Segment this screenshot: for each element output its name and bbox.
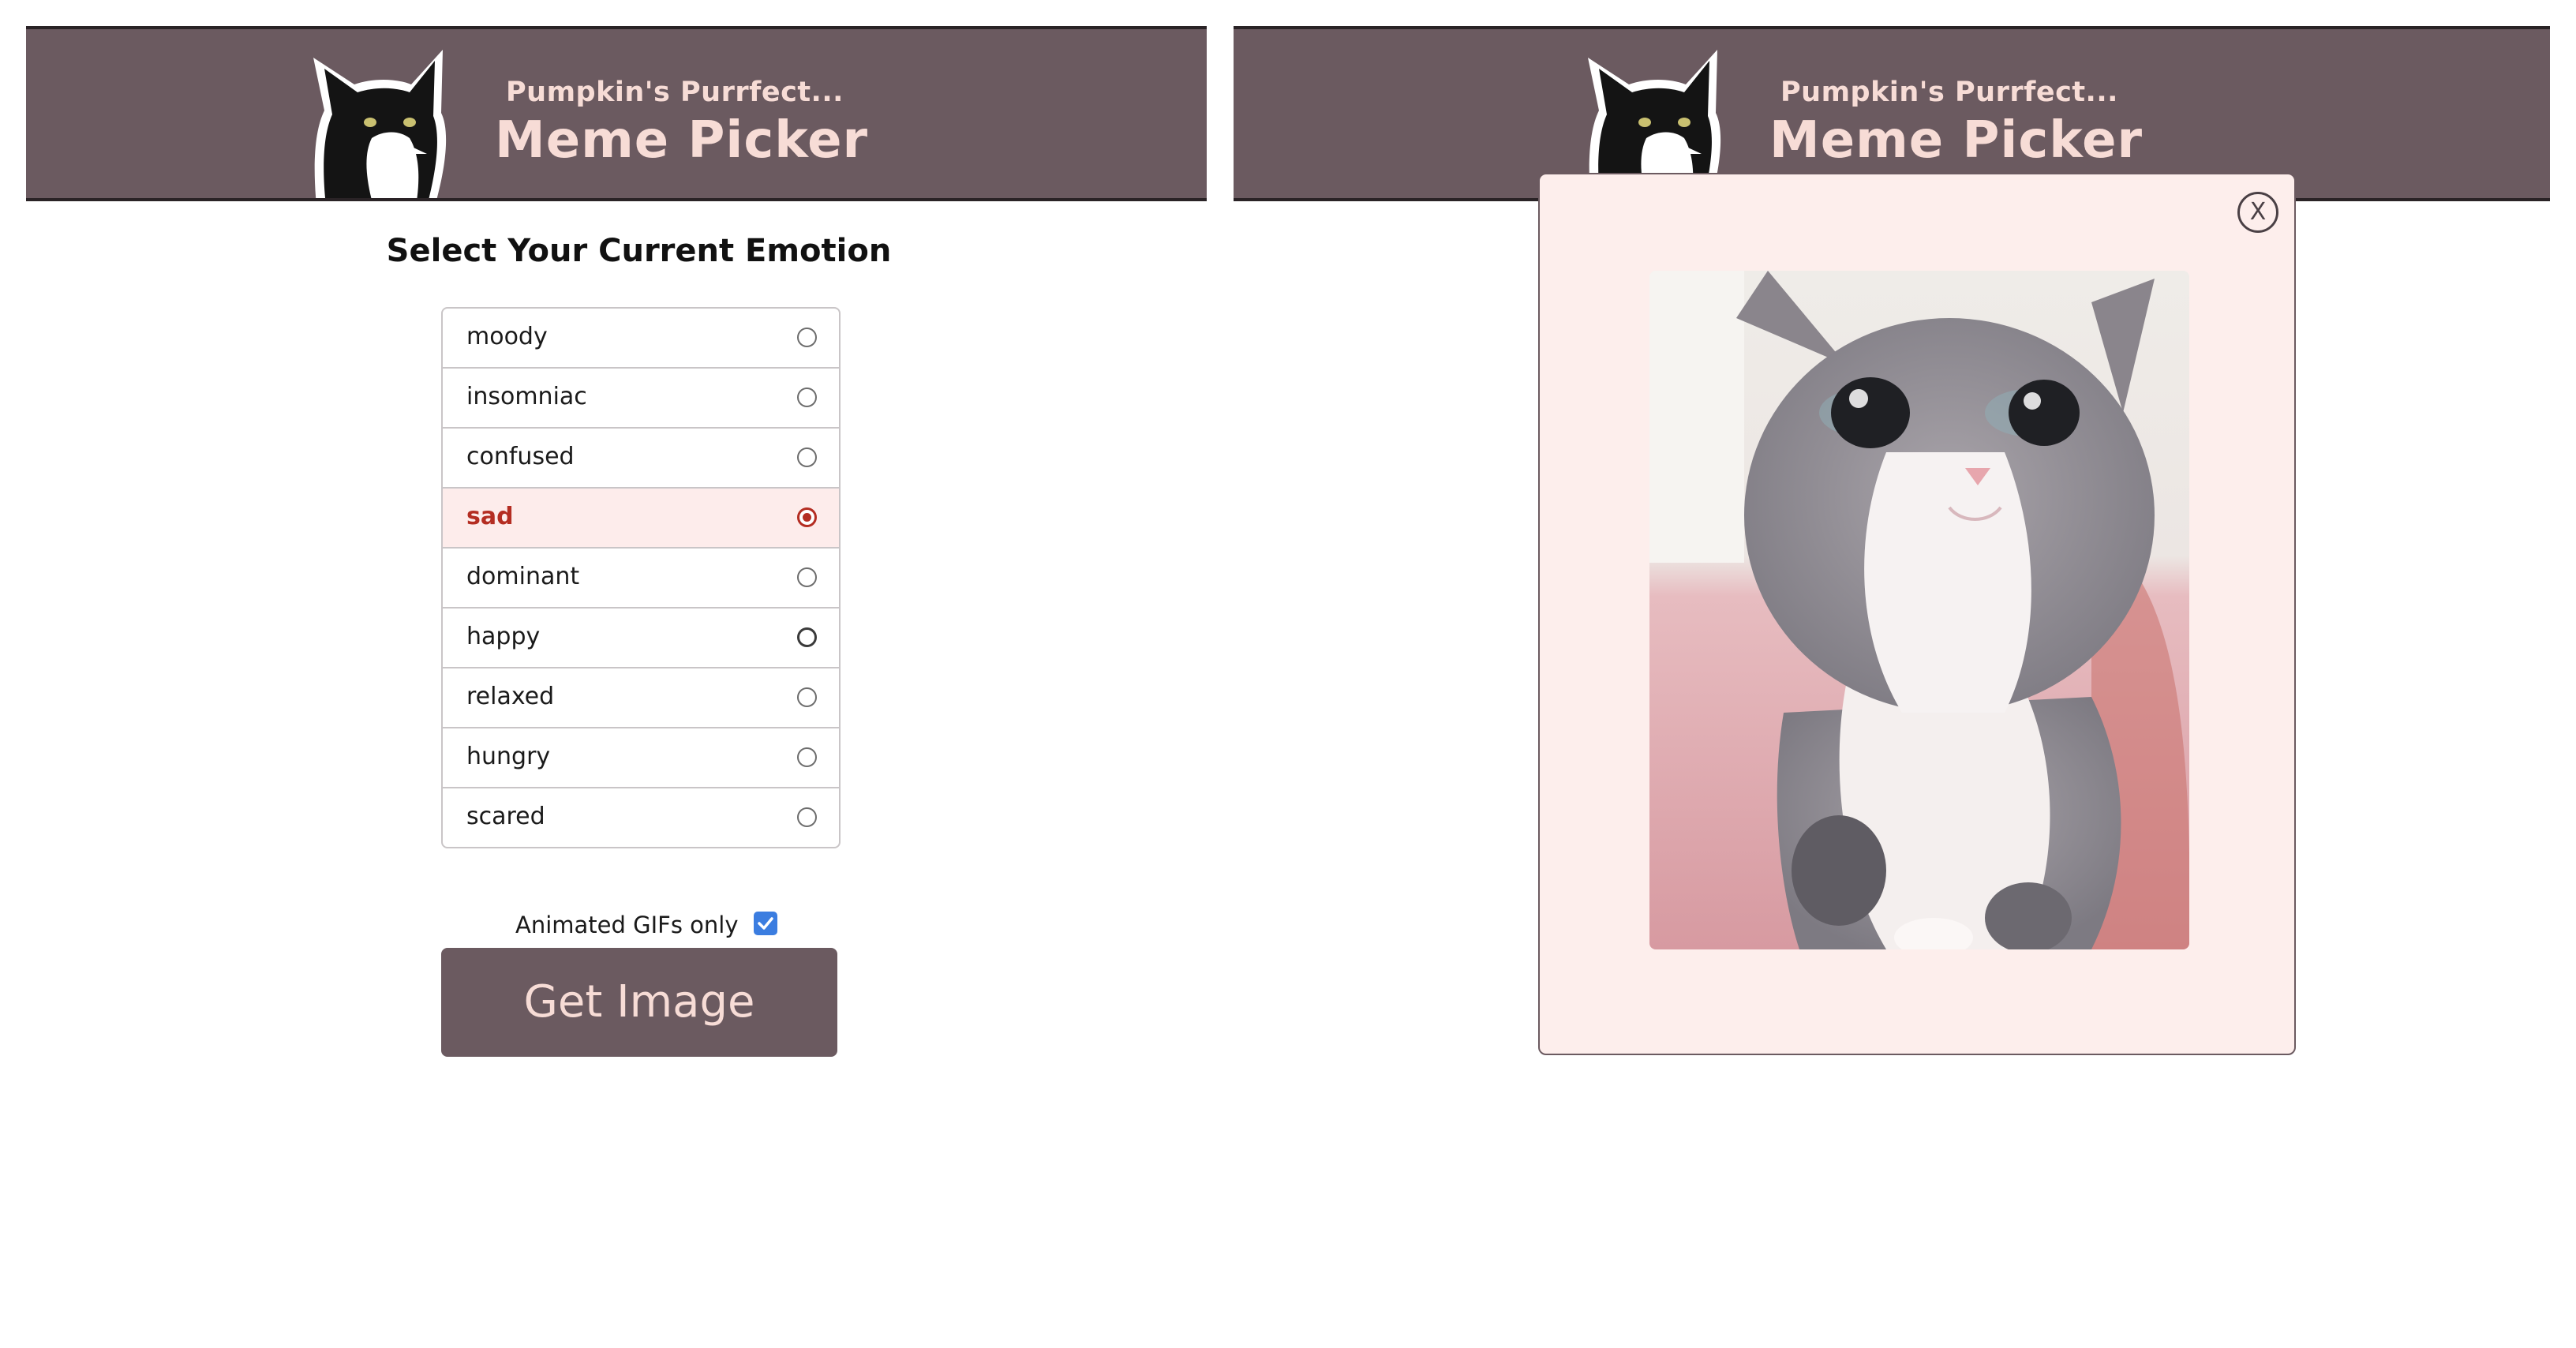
right-screen: Pumpkin's Purrfect... Meme Picker X: [1234, 26, 2550, 1289]
header-title: Meme Picker: [1769, 111, 2144, 170]
gif-only-label: Animated GIFs only: [515, 912, 739, 938]
header-banner: Pumpkin's Purrfect... Meme Picker: [26, 26, 1207, 201]
emotion-label: sad: [466, 503, 514, 530]
header-subtitle: Pumpkin's Purrfect...: [1780, 77, 2118, 108]
emotion-label: hungry: [466, 743, 551, 770]
emotion-label: moody: [466, 323, 548, 350]
radio-button[interactable]: [797, 807, 817, 827]
emotion-option-scared[interactable]: scared: [443, 788, 839, 847]
kitten-illustration: [1649, 271, 2189, 949]
modal-close-button[interactable]: X: [2237, 192, 2278, 233]
radio-button[interactable]: [797, 687, 817, 707]
gif-only-checkbox[interactable]: [754, 912, 777, 935]
emotion-label: insomniac: [466, 383, 587, 410]
header-subtitle: Pumpkin's Purrfect...: [506, 77, 844, 108]
emotion-option-happy[interactable]: happy: [443, 608, 839, 668]
emotion-label: confused: [466, 443, 575, 470]
emotion-radio-list: moody insomniac confused sad dominant ha…: [441, 307, 841, 848]
emotion-option-confused[interactable]: confused: [443, 429, 839, 489]
checkmark-icon: [758, 917, 773, 930]
radio-button[interactable]: [797, 447, 817, 467]
meme-modal: X: [1538, 173, 2296, 1055]
emotion-option-relaxed[interactable]: relaxed: [443, 668, 839, 728]
emotion-option-insomniac[interactable]: insomniac: [443, 369, 839, 429]
emotion-label: dominant: [466, 563, 580, 590]
radio-button[interactable]: [797, 627, 817, 647]
get-image-button[interactable]: Get Image: [441, 948, 837, 1057]
emotion-option-dominant[interactable]: dominant: [443, 549, 839, 608]
radio-button[interactable]: [797, 507, 817, 527]
header-title: Meme Picker: [495, 111, 869, 170]
radio-button[interactable]: [797, 388, 817, 407]
radio-button[interactable]: [797, 747, 817, 767]
emotion-option-sad[interactable]: sad: [443, 489, 839, 549]
emotion-label: relaxed: [466, 683, 555, 710]
page-heading: Select Your Current Emotion: [386, 233, 892, 269]
emotion-option-hungry[interactable]: hungry: [443, 728, 839, 788]
emotion-option-moody[interactable]: moody: [443, 309, 839, 369]
left-screen: Pumpkin's Purrfect... Meme Picker Select…: [26, 26, 1207, 1289]
radio-button[interactable]: [797, 567, 817, 587]
emotion-label: happy: [466, 623, 541, 650]
cat-logo-icon: [313, 50, 447, 198]
radio-button[interactable]: [797, 328, 817, 347]
sad-kitten-image: [1649, 271, 2189, 949]
emotion-label: scared: [466, 803, 545, 830]
